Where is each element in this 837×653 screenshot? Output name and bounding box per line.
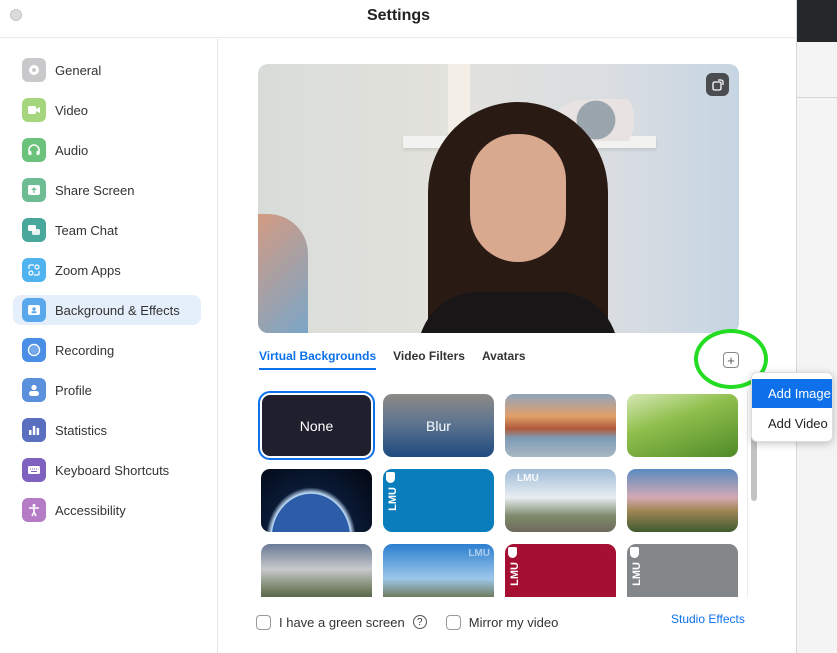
lmu-logo-text: LMU (631, 562, 643, 586)
sidebar-item-zoom-apps[interactable]: Zoom Apps (13, 255, 201, 285)
sidebar-item-label: Zoom Apps (55, 262, 121, 278)
green-screen-checkbox[interactable] (256, 614, 271, 630)
background-thumb-earth[interactable] (261, 469, 372, 532)
sidebar-item-accessibility[interactable]: Accessibility (13, 495, 201, 525)
background-grid: None Blur LMU LMU LMU LMU LMU (258, 391, 760, 597)
bar-chart-icon (22, 418, 46, 442)
person-background-icon (22, 298, 46, 322)
background-thumb-lmu-blue[interactable]: LMU (383, 469, 494, 532)
background-thumb-sky-campus[interactable]: LMU (383, 544, 494, 597)
sidebar-item-label: General (55, 62, 102, 78)
lmu-shield-icon (386, 472, 395, 483)
sidebar-item-keyboard-shortcuts[interactable]: Keyboard Shortcuts (13, 455, 201, 485)
sidebar-item-video[interactable]: Video (13, 95, 201, 125)
sidebar-item-background-effects[interactable]: Background & Effects (13, 295, 201, 325)
share-screen-icon (22, 178, 46, 202)
zoom-apps-icon (22, 258, 46, 282)
accessibility-icon (22, 498, 46, 522)
title-bar: Settings (0, 0, 797, 38)
sidebar: General Video Audio Share Screen Team Chat Zo… (0, 39, 218, 653)
background-thumb-label: None (299, 417, 334, 434)
background-thumb-grass[interactable] (627, 394, 738, 457)
profile-icon (22, 378, 46, 402)
background-thumb-lmu-red[interactable]: LMU (505, 544, 616, 597)
lmu-logo-text: LMU (387, 487, 399, 511)
sidebar-item-label: Background & Effects (55, 302, 180, 318)
green-screen-label: I have a green screen (279, 614, 405, 630)
help-icon[interactable]: ? (412, 615, 427, 629)
studio-effects-link[interactable]: Studio Effects (671, 612, 745, 626)
sidebar-item-label: Team Chat (55, 222, 118, 238)
pop-out-icon (711, 78, 724, 91)
window-title: Settings (366, 7, 431, 24)
video-preview (258, 64, 739, 333)
sidebar-item-statistics[interactable]: Statistics (13, 415, 201, 445)
background-thumb-golden-gate[interactable] (505, 394, 616, 457)
menu-item-add-image[interactable]: Add Image (752, 379, 832, 408)
settings-window: Settings General Video Audio Share Screen Te… (0, 0, 797, 653)
add-background-menu: Add Image Add Video (751, 372, 833, 442)
mirror-video-label: Mirror my video (468, 614, 559, 630)
background-thumb-building[interactable] (261, 544, 372, 597)
background-effects-panel: Virtual Backgrounds Video Filters Avatar… (219, 39, 797, 653)
mirror-video-checkbox[interactable] (445, 614, 461, 630)
tab-video-filters[interactable]: Video Filters (393, 349, 465, 369)
desktop-background (797, 0, 837, 653)
sidebar-item-audio[interactable]: Audio (13, 135, 201, 165)
sidebar-item-label: Keyboard Shortcuts (55, 462, 170, 478)
lmu-logo-text: LMU (468, 548, 490, 559)
background-tabs: Virtual Backgrounds Video Filters Avatar… (259, 349, 543, 370)
keyboard-icon (22, 458, 46, 482)
add-background-button[interactable]: + (723, 352, 739, 368)
record-icon (22, 338, 46, 362)
sidebar-item-label: Recording (55, 342, 115, 358)
sidebar-item-team-chat[interactable]: Team Chat (13, 215, 201, 245)
video-camera-icon (22, 98, 46, 122)
lmu-shield-icon (508, 547, 517, 558)
lmu-shield-icon (630, 547, 639, 558)
preview-object (258, 214, 308, 333)
sidebar-item-general[interactable]: General (13, 55, 201, 85)
headphones-icon (22, 138, 46, 162)
preview-person-face (470, 134, 566, 262)
sidebar-item-label: Profile (55, 382, 92, 398)
background-thumb-palm-campus[interactable] (627, 469, 738, 532)
pop-out-preview-button[interactable] (706, 73, 729, 96)
background-window (797, 0, 837, 42)
gear-icon (22, 58, 46, 82)
background-thumb-none[interactable]: None (258, 391, 375, 460)
sidebar-item-recording[interactable]: Recording (13, 335, 201, 365)
sidebar-item-profile[interactable]: Profile (13, 375, 201, 405)
sidebar-item-label: Video (55, 102, 89, 118)
chat-bubbles-icon (22, 218, 46, 242)
sidebar-item-share-screen[interactable]: Share Screen (13, 175, 201, 205)
tab-virtual-backgrounds[interactable]: Virtual Backgrounds (259, 349, 377, 370)
menu-item-add-video[interactable]: Add Video (752, 409, 832, 438)
background-thumb-lmu-campus[interactable]: LMU (505, 469, 616, 532)
sidebar-item-label: Accessibility (55, 502, 126, 518)
background-thumb-label: Blur (426, 417, 451, 434)
background-thumb-lmu-gray[interactable]: LMU (627, 544, 738, 597)
background-divider (797, 97, 837, 98)
lmu-logo-text: LMU (509, 562, 521, 586)
sidebar-item-label: Share Screen (55, 182, 135, 198)
lmu-logo-text: LMU (517, 473, 539, 484)
sidebar-item-label: Statistics (55, 422, 108, 438)
tab-avatars[interactable]: Avatars (482, 349, 526, 369)
background-thumb-blur[interactable]: Blur (383, 394, 494, 457)
sidebar-item-label: Audio (55, 142, 89, 158)
